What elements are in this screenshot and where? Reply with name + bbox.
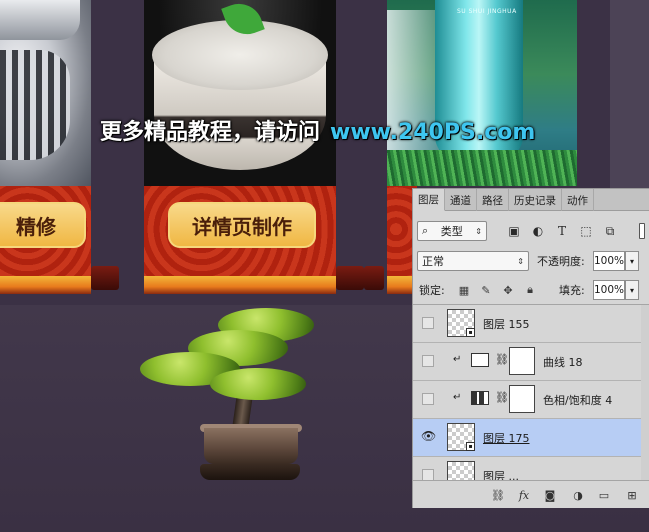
blend-row: 正常 ⇕ 不透明度: 100% ▾ <box>413 250 649 272</box>
shape-filter-icon[interactable]: ⬚ <box>579 224 593 238</box>
tab-history[interactable]: 历史记录 <box>509 189 562 211</box>
new-layer-icon[interactable]: ⊞ <box>625 488 639 502</box>
banner-connector <box>336 266 364 290</box>
smart-object-badge-icon: ▪ <box>466 328 475 337</box>
lock-row: 锁定: ▦ ✎ ✥ 🔒︎ 填充: 100% ▾ <box>413 279 649 301</box>
panel-tabs: 图层 通道 路径 历史记录 动作 <box>413 189 649 211</box>
grass <box>387 150 577 186</box>
product-image-engine <box>0 0 91 186</box>
lock-all-padlock-icon[interactable]: 🔒︎ <box>523 283 537 297</box>
lock-label: 锁定: <box>419 284 445 297</box>
layer-mask-thumbnail[interactable] <box>509 385 535 413</box>
layer-thumbnail: ▪ <box>447 423 475 451</box>
product-image-bottle: SU SHUI JINGHUA <box>387 0 577 186</box>
chain-link-icon[interactable]: ⛓︎ <box>495 353 509 366</box>
search-icon: ⌕ <box>422 224 429 237</box>
chevron-updown-icon: ⇕ <box>475 226 482 236</box>
layer-name[interactable]: 色相/饱和度 4 <box>543 392 612 408</box>
layer-row[interactable]: ▪ 图层 155 <box>413 305 649 343</box>
watermark: 更多精品教程，请访问 www.240PS.com <box>100 114 535 146</box>
smart-object-filter-icon[interactable]: ⧉ <box>603 224 617 238</box>
tab-layers[interactable]: 图层 <box>413 189 445 211</box>
smart-object-badge-icon: ▪ <box>466 442 475 451</box>
clipping-arrow-icon: ↵ <box>453 354 462 365</box>
layer-visibility-toggle[interactable] <box>422 393 434 405</box>
layer-visibility-toggle[interactable] <box>422 317 434 329</box>
filter-row: ⌕ 类型 ⇕ ▣ ◐ T ⬚ ⧉ <box>413 220 649 242</box>
blend-mode-value: 正常 <box>422 255 444 268</box>
tab-paths[interactable]: 路径 <box>477 189 509 211</box>
filter-toggle-switch[interactable] <box>639 223 645 239</box>
tab-actions[interactable]: 动作 <box>562 189 594 211</box>
lock-image-pixels-brush-icon[interactable]: ✎ <box>479 283 493 297</box>
image-filter-icon[interactable]: ▣ <box>507 224 521 238</box>
lock-position-move-icon[interactable]: ✥ <box>501 283 515 297</box>
adjustment-layer-icon[interactable]: ◑ <box>571 488 585 502</box>
bonsai-foliage <box>210 368 306 400</box>
banner-left: 精修 <box>0 186 91 294</box>
layer-row[interactable]: ↵ ⛓︎ 曲线 18 <box>413 343 649 381</box>
engine-cap <box>0 0 80 40</box>
layer-thumbnail: ▪ <box>447 309 475 337</box>
type-filter-icon[interactable]: T <box>555 224 569 238</box>
fill-label: 填充: <box>559 284 585 297</box>
group-folder-icon[interactable]: ▭ <box>597 488 611 502</box>
bonsai-pot <box>204 428 298 464</box>
banner-connector <box>91 266 119 290</box>
layers-panel: 图层 通道 路径 历史记录 动作 ⌕ 类型 ⇕ ▣ ◐ T ⬚ ⧉ 正常 ⇕ 不… <box>412 188 649 508</box>
layers-scrollbar[interactable] <box>641 305 649 481</box>
tab-channels[interactable]: 通道 <box>445 189 477 211</box>
bonsai-pot-stand <box>200 464 300 480</box>
bonsai-tree-image[interactable] <box>140 308 320 490</box>
layer-visibility-toggle[interactable] <box>422 355 434 367</box>
fill-input[interactable]: 100% <box>593 280 625 300</box>
watermark-chinese: 更多精品教程，请访问 <box>100 120 321 145</box>
opacity-dropdown-button[interactable]: ▾ <box>625 251 639 271</box>
layer-name[interactable]: 图层 155 <box>483 316 530 332</box>
hue-saturation-adjustment-icon <box>471 391 489 405</box>
link-layers-icon[interactable]: ⛓︎ <box>491 488 505 502</box>
layer-row-selected[interactable]: 👁︎ ▪ 图层 175 <box>413 419 649 457</box>
opacity-input[interactable]: 100% <box>593 251 625 271</box>
engine-fins <box>0 50 70 160</box>
layer-name[interactable]: 曲线 18 <box>543 354 583 370</box>
product-image-soap <box>144 0 336 186</box>
fill-dropdown-button[interactable]: ▾ <box>625 280 639 300</box>
bottle-brand-text: SU SHUI JINGHUA <box>457 8 517 15</box>
panel-footer: ⛓︎ fx ◙ ◑ ▭ ⊞ <box>413 480 649 508</box>
layer-row[interactable]: ↵ ⛓︎ 色相/饱和度 4 <box>413 381 649 419</box>
blend-mode-select[interactable]: 正常 ⇕ <box>417 251 529 271</box>
banner-connector <box>364 266 384 290</box>
chevron-updown-icon: ⇕ <box>517 256 524 266</box>
eye-icon[interactable]: 👁︎ <box>421 429 436 443</box>
filter-kind-value: 类型 <box>440 225 463 238</box>
layer-mask-thumbnail[interactable] <box>509 347 535 375</box>
canvas-right-gutter <box>610 0 649 190</box>
layer-name[interactable]: 图层 175 <box>483 430 530 446</box>
banner-middle-label: 详情页制作 <box>168 202 316 248</box>
curves-adjustment-icon <box>471 353 489 367</box>
layer-mask-icon[interactable]: ◙ <box>543 488 557 502</box>
fx-icon[interactable]: fx <box>517 488 531 502</box>
chain-link-icon[interactable]: ⛓︎ <box>495 391 509 404</box>
opacity-label: 不透明度: <box>537 255 585 268</box>
filter-kind-select[interactable]: ⌕ 类型 ⇕ <box>417 221 487 241</box>
adjustment-filter-icon[interactable]: ◐ <box>531 224 545 238</box>
lock-transparent-pixels-icon[interactable]: ▦ <box>457 283 471 297</box>
banner-left-label: 精修 <box>0 202 86 248</box>
banner-middle: 详情页制作 <box>144 186 336 294</box>
layers-list: ▪ 图层 155 ↵ ⛓︎ 曲线 18 ↵ ⛓︎ 色相/饱和度 4 👁︎ ▪ 图… <box>413 304 649 484</box>
clipping-arrow-icon: ↵ <box>453 392 462 403</box>
watermark-url: www.240PS.com <box>330 120 536 145</box>
